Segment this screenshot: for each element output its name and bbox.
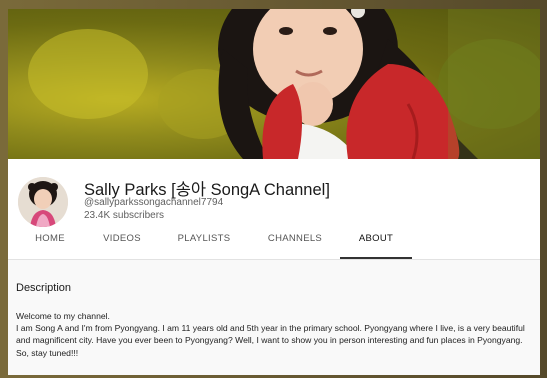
- subscriber-count: 23.4K subscribers: [84, 210, 165, 221]
- banner-photo: [218, 9, 540, 159]
- channel-banner: [8, 9, 540, 159]
- description-heading: Description: [16, 282, 72, 294]
- channel-tabs: HOME VIDEOS PLAYLISTS CHANNELS ABOUT: [8, 225, 540, 259]
- about-section: Description Welcome to my channel. I am …: [8, 260, 540, 375]
- channel-handle: @sallyparkssongachannel7794: [84, 197, 224, 208]
- channel-avatar[interactable]: [18, 177, 68, 227]
- tab-about[interactable]: ABOUT: [340, 225, 412, 259]
- avatar-image: [18, 177, 68, 227]
- browser-viewport: Sally Parks [송아 SongA Channel] @sallypar…: [8, 9, 540, 375]
- screen-frame: Sally Parks [송아 SongA Channel] @sallypar…: [0, 0, 547, 378]
- tab-channels[interactable]: CHANNELS: [258, 225, 332, 257]
- tab-home[interactable]: HOME: [22, 225, 78, 257]
- description-text: Welcome to my channel. I am Song A and I…: [16, 311, 525, 358]
- tab-playlists[interactable]: PLAYLISTS: [166, 225, 242, 257]
- tab-videos[interactable]: VIDEOS: [90, 225, 154, 257]
